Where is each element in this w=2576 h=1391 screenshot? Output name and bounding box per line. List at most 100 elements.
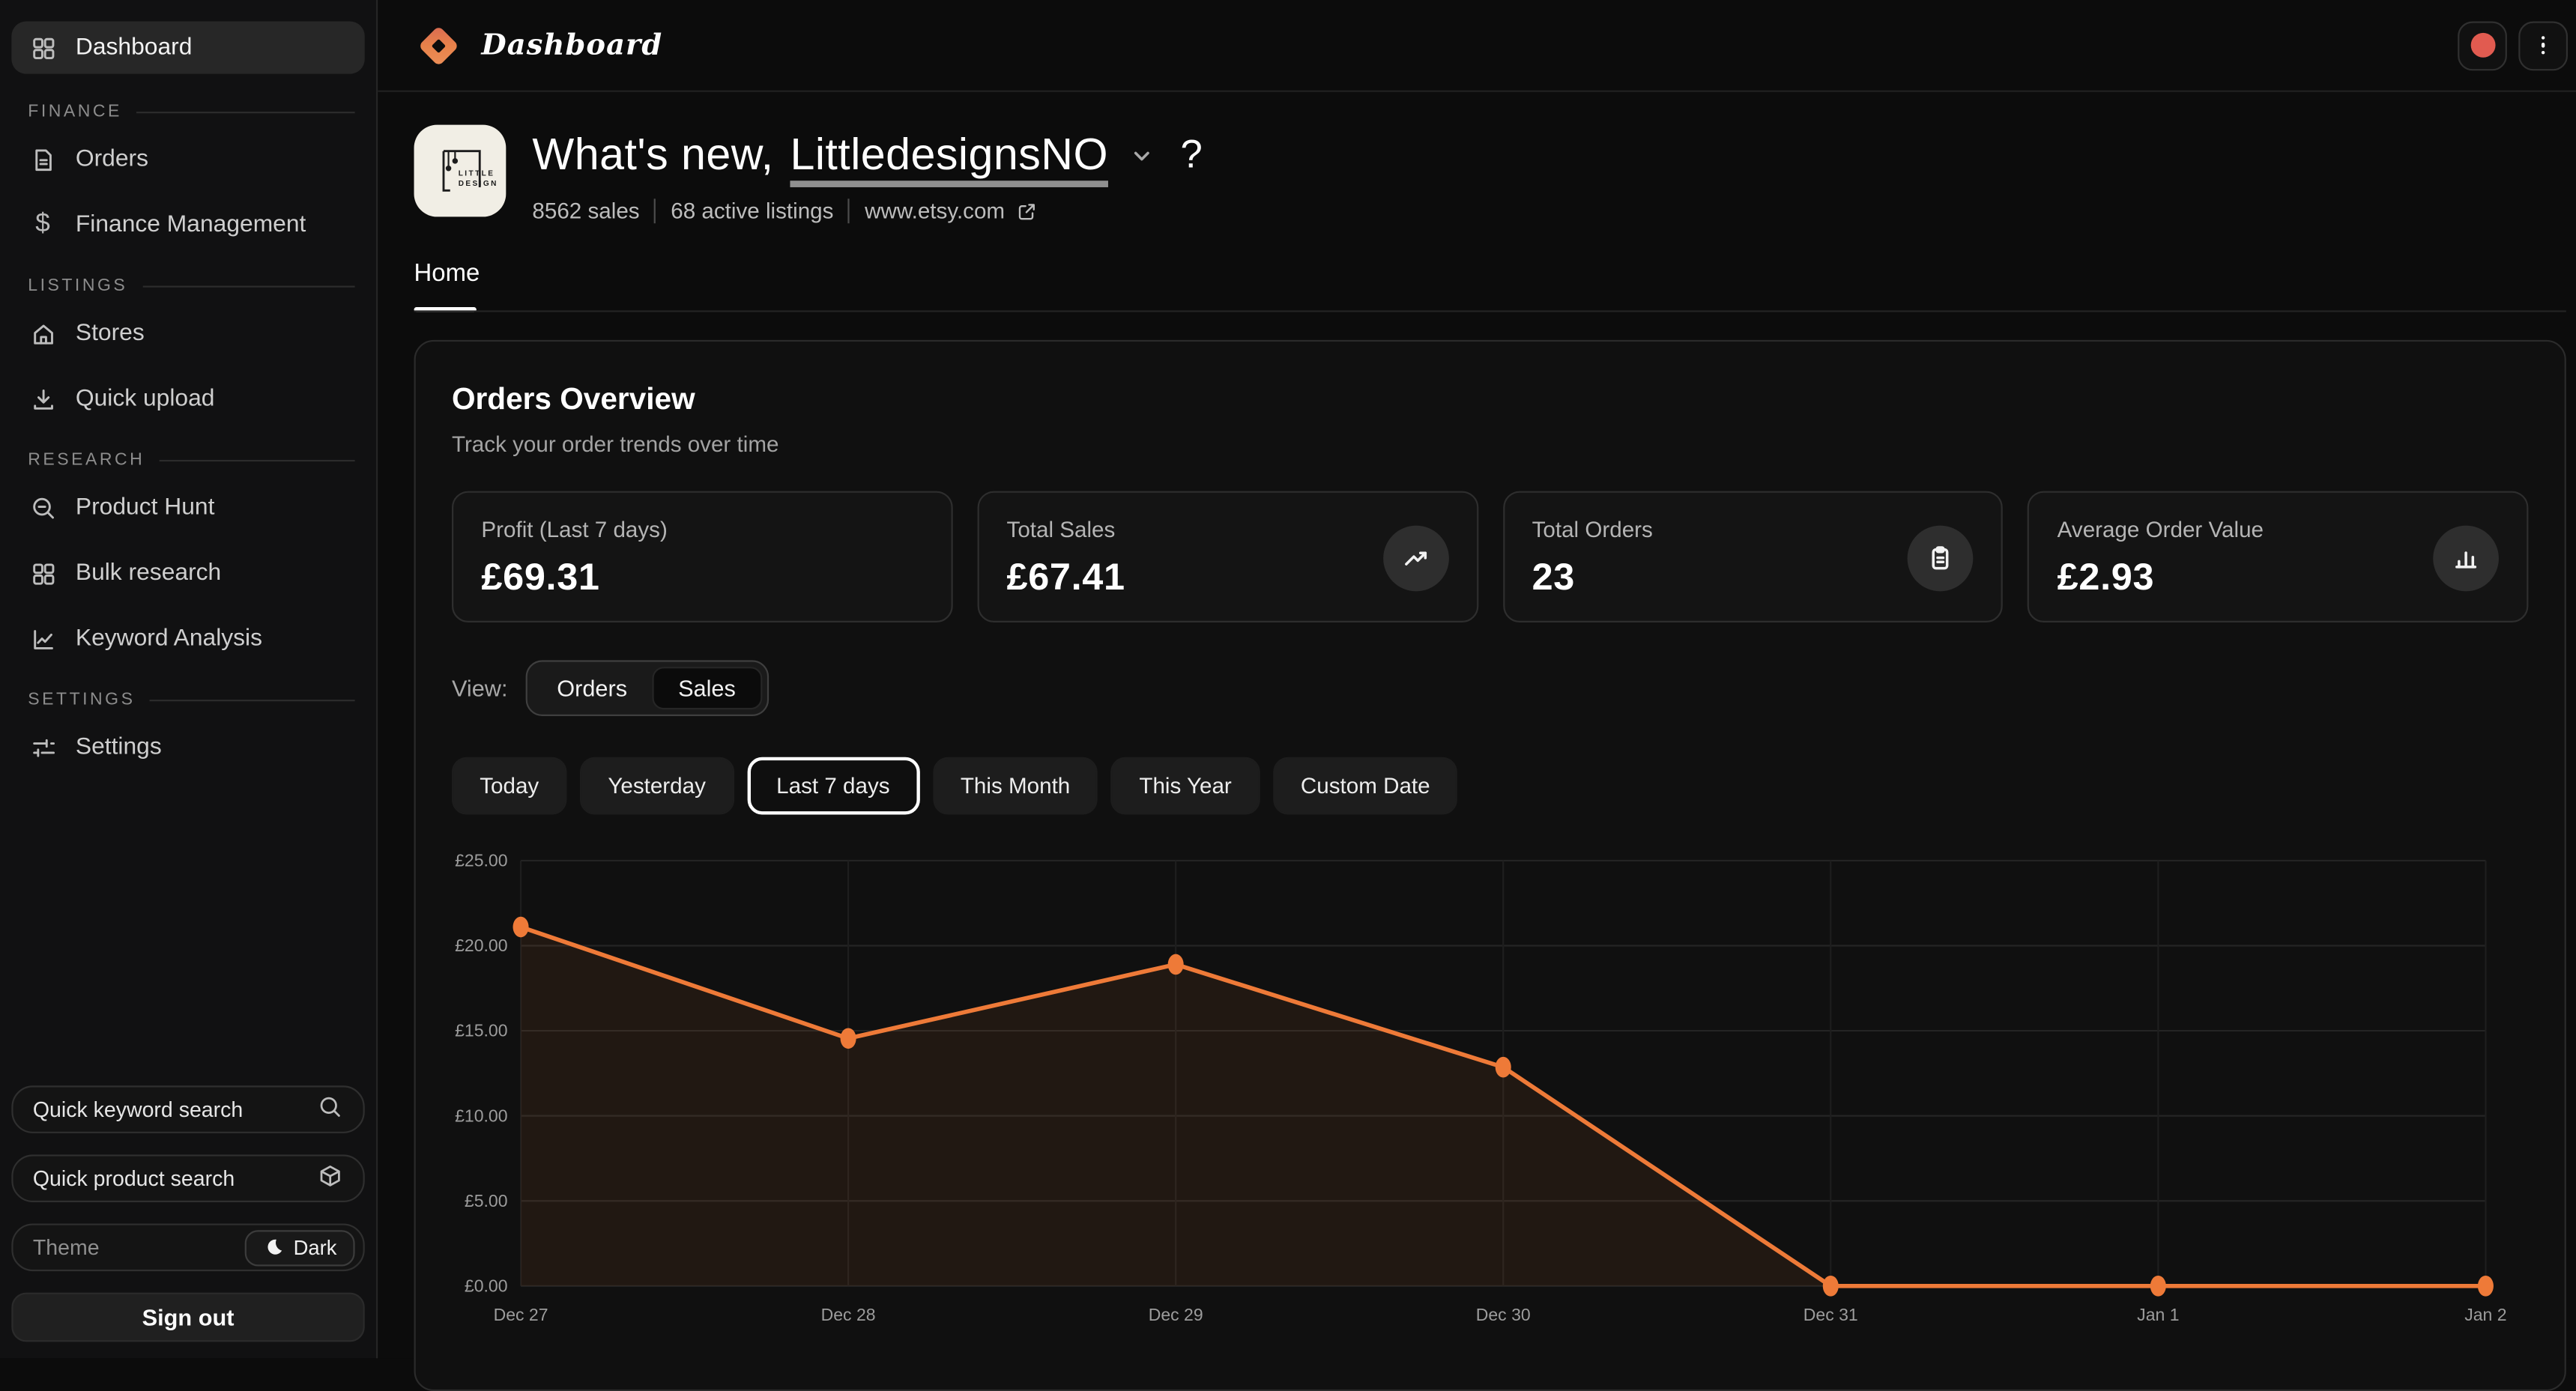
theme-row: Theme Dark	[11, 1223, 364, 1271]
sidebar-bottom: Quick keyword search Quick product searc…	[11, 1085, 364, 1342]
tab-home[interactable]: Home	[414, 259, 480, 305]
top-bar: Dashboard	[378, 0, 2576, 92]
view-option-sales[interactable]: Sales	[652, 667, 762, 709]
sidebar-item-bulk-research[interactable]: Bulk research	[11, 547, 364, 599]
svg-text:Dec 28: Dec 28	[821, 1305, 876, 1324]
sidebar-item-keyword-analysis[interactable]: Keyword Analysis	[11, 613, 364, 665]
divider	[142, 285, 355, 286]
upload-tray-icon	[28, 385, 57, 413]
card-title: Orders Overview	[452, 381, 2528, 417]
range-yesterday-button[interactable]: Yesterday	[580, 757, 734, 815]
svg-text:Dec 30: Dec 30	[1476, 1305, 1531, 1324]
svg-text:£10.00: £10.00	[455, 1106, 507, 1125]
divider	[160, 459, 355, 461]
page-content: LITTLE DESIGN What's new, LittledesignsN…	[378, 92, 2576, 1391]
dashboard-grid-icon	[28, 34, 57, 61]
sidebar-item-stores[interactable]: Stores	[11, 307, 364, 360]
range-this-year-button[interactable]: This Year	[1111, 757, 1260, 815]
divider	[150, 699, 354, 700]
svg-text:DESIGN: DESIGN	[459, 180, 496, 188]
view-label: View:	[452, 675, 508, 701]
quick-product-search-input[interactable]: Quick product search	[11, 1154, 364, 1202]
sidebar-item-orders[interactable]: Orders	[11, 133, 364, 186]
card-subtitle: Track your order trends over time	[452, 432, 2528, 457]
dollar-icon: $	[28, 212, 57, 238]
clipboard-icon	[1908, 526, 1974, 592]
grid-icon	[28, 560, 57, 587]
stat-card-profit: Profit (Last 7 days) £69.31	[452, 491, 952, 622]
record-dot-icon	[2470, 33, 2495, 58]
app-window: Dashboard FINANCE Orders $ Finance Manag…	[0, 0, 2576, 1358]
divider	[414, 310, 2566, 312]
help-button[interactable]: ?	[1180, 133, 1203, 178]
theme-toggle-button[interactable]: Dark	[244, 1229, 355, 1265]
sidebar-item-settings[interactable]: Settings	[11, 721, 364, 774]
sidebar-item-product-hunt[interactable]: Product Hunt	[11, 481, 364, 533]
range-this-month-button[interactable]: This Month	[933, 757, 1098, 815]
svg-text:Dec 29: Dec 29	[1149, 1305, 1203, 1324]
search-minus-icon	[28, 494, 57, 521]
sidebar-section-listings: LISTINGS	[28, 276, 360, 295]
shop-avatar: LITTLE DESIGN	[414, 125, 507, 217]
more-options-button[interactable]	[2518, 20, 2568, 70]
stat-card-total-sales: Total Sales £67.41	[977, 491, 1478, 622]
separator	[848, 199, 850, 223]
external-link-icon[interactable]	[1015, 199, 1038, 222]
sign-out-button[interactable]: Sign out	[11, 1293, 364, 1342]
svg-text:£0.00: £0.00	[465, 1276, 508, 1295]
svg-text:£5.00: £5.00	[465, 1191, 508, 1210]
svg-text:Dec 31: Dec 31	[1803, 1305, 1858, 1324]
store-icon	[28, 319, 57, 347]
package-cube-icon	[317, 1163, 343, 1194]
svg-text:Dec 27: Dec 27	[494, 1305, 548, 1324]
range-today-button[interactable]: Today	[452, 757, 567, 815]
svg-text:Jan 2: Jan 2	[2464, 1305, 2506, 1324]
view-segmented-control: Orders Sales	[526, 660, 769, 716]
range-custom-date-button[interactable]: Custom Date	[1273, 757, 1458, 815]
ellipsis-vertical-icon	[2541, 35, 2545, 55]
quick-keyword-search-input[interactable]: Quick keyword search	[11, 1085, 364, 1133]
view-toggle-row: View: Orders Sales	[452, 660, 2528, 716]
active-listings-count: 68 active listings	[671, 199, 833, 223]
theme-label: Theme	[33, 1235, 100, 1260]
svg-text:£20.00: £20.00	[455, 936, 507, 955]
sidebar-section-settings: SETTINGS	[28, 690, 360, 709]
svg-text:LITTLE: LITTLE	[459, 170, 495, 178]
divider	[137, 111, 355, 112]
bar-chart-icon	[2433, 526, 2499, 592]
record-button[interactable]	[2458, 20, 2507, 70]
sidebar-section-research: RESEARCH	[28, 450, 360, 470]
chevron-down-icon[interactable]	[1128, 142, 1154, 169]
chart-line-icon	[28, 625, 57, 652]
view-option-orders[interactable]: Orders	[532, 667, 652, 709]
stat-card-average-order-value: Average Order Value £2.93	[2028, 491, 2528, 622]
orders-line-chart[interactable]: £0.00£5.00£10.00£15.00£20.00£25.00Dec 27…	[432, 841, 2529, 1334]
sidebar-item-finance-management[interactable]: $ Finance Management	[11, 199, 364, 251]
greeting-text: What's new,	[532, 130, 773, 181]
svg-text:Jan 1: Jan 1	[2137, 1305, 2179, 1324]
orders-overview-card: Orders Overview Track your order trends …	[414, 340, 2566, 1391]
sidebar-item-label: Dashboard	[76, 34, 193, 61]
separator	[654, 199, 656, 223]
shop-stats-line: 8562 sales 68 active listings www.etsy.c…	[532, 199, 1203, 223]
sidebar-item-dashboard[interactable]: Dashboard	[11, 22, 364, 74]
stats-row: Profit (Last 7 days) £69.31 Total Sales …	[452, 491, 2528, 622]
sales-count: 8562 sales	[532, 199, 639, 223]
tab-bar: Home	[414, 259, 2566, 305]
search-icon	[317, 1094, 343, 1125]
shop-heading: What's new, LittledesignsNO ? 8562 sales…	[532, 125, 1203, 224]
topbar-actions	[2458, 20, 2568, 70]
range-last-7-days-button[interactable]: Last 7 days	[747, 757, 919, 815]
shop-url[interactable]: www.etsy.com	[865, 199, 1005, 223]
shop-name[interactable]: LittledesignsNO	[790, 130, 1108, 181]
brand-name: Dashboard	[481, 28, 662, 61]
trending-up-icon	[1382, 526, 1448, 592]
shop-profile: LITTLE DESIGN What's new, LittledesignsN…	[414, 125, 2566, 224]
sidebar: Dashboard FINANCE Orders $ Finance Manag…	[0, 0, 378, 1358]
brand-logo-icon	[414, 20, 464, 70]
svg-text:£25.00: £25.00	[455, 851, 507, 870]
main-column: Dashboard LITTLE	[378, 0, 2576, 1358]
moon-icon	[262, 1237, 284, 1258]
sidebar-item-quick-upload[interactable]: Quick upload	[11, 373, 364, 425]
date-range-row: Today Yesterday Last 7 days This Month T…	[452, 757, 2528, 815]
